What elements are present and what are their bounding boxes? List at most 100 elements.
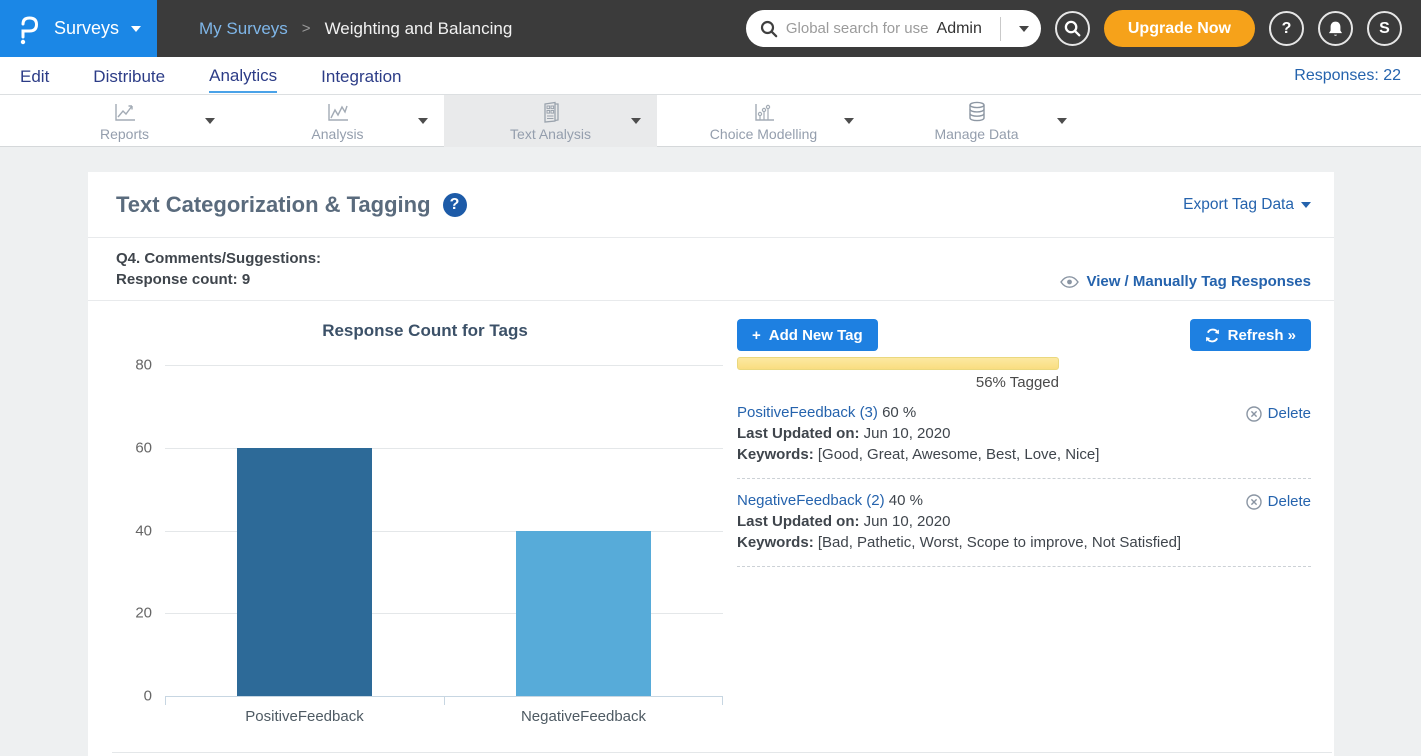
- subnav-label: Choice Modelling: [710, 126, 817, 142]
- help-button[interactable]: ?: [1269, 11, 1304, 46]
- product-switcher[interactable]: Surveys: [0, 0, 157, 57]
- question-summary-row: Q4. Comments/Suggestions: Response count…: [88, 238, 1334, 301]
- updated-value: Jun 10, 2020: [864, 425, 951, 442]
- y-axis-tick-label: 80: [135, 357, 152, 374]
- delete-tag-button[interactable]: Delete: [1246, 403, 1311, 424]
- panel-header: Text Categorization & Tagging ? Export T…: [88, 172, 1334, 238]
- bar-slot: [444, 365, 723, 696]
- tag-name-line: NegativeFeedback (2) 40 %: [737, 490, 1311, 511]
- tag-updated-line: Last Updated on: Jun 10, 2020: [737, 511, 1311, 532]
- account-avatar[interactable]: S: [1367, 11, 1402, 46]
- refresh-icon: [1205, 328, 1220, 343]
- breadcrumb-my-surveys[interactable]: My Surveys: [199, 19, 288, 39]
- keywords-value: [Good, Great, Awesome, Best, Love, Nice]: [818, 446, 1100, 463]
- refresh-button[interactable]: Refresh »: [1190, 319, 1311, 351]
- text-tagging-panel: Text Categorization & Tagging ? Export T…: [88, 172, 1334, 756]
- search-scope-label: Admin: [937, 20, 992, 38]
- bar-series: [165, 365, 723, 696]
- bar-slot: [165, 365, 444, 696]
- search-scope-chevron-icon[interactable]: [1019, 26, 1029, 32]
- database-icon: [965, 101, 989, 123]
- breadcrumb-separator: >: [302, 20, 311, 37]
- subnav-text-analysis[interactable]: Text Analysis: [444, 95, 657, 147]
- upgrade-now-button[interactable]: Upgrade Now: [1104, 10, 1255, 47]
- tag-name-line: PositiveFeedback (3) 60 %: [737, 402, 1311, 423]
- global-search-box[interactable]: Admin: [746, 10, 1041, 47]
- tab-edit[interactable]: Edit: [20, 60, 49, 92]
- export-tag-data-dropdown[interactable]: Export Tag Data: [1183, 196, 1311, 214]
- x-axis-category-label: NegativeFeedback: [444, 708, 723, 725]
- topbar-actions: Admin Upgrade Now ? S: [746, 10, 1402, 47]
- analytics-subnav: Reports Analysis Text Analysis Choice Mo…: [0, 95, 1421, 147]
- subnav-analysis[interactable]: Analysis: [231, 95, 444, 147]
- avatar-initial: S: [1379, 20, 1390, 38]
- search-button[interactable]: [1055, 11, 1090, 46]
- survey-tab-bar: Edit Distribute Analytics Integration Re…: [0, 57, 1421, 95]
- delete-tag-button[interactable]: Delete: [1246, 491, 1311, 512]
- x-axis-labels: PositiveFeedback NegativeFeedback: [165, 708, 723, 725]
- line-chart-icon: [113, 101, 137, 123]
- chevron-down-icon[interactable]: [205, 118, 215, 124]
- tagged-progress: 56% Tagged: [737, 357, 1059, 391]
- updated-label: Last Updated on:: [737, 513, 860, 530]
- tag-item-negative-feedback: NegativeFeedback (2) 40 % Last Updated o…: [737, 490, 1311, 567]
- search-scope-divider: [1000, 17, 1001, 41]
- notifications-button[interactable]: [1318, 11, 1353, 46]
- top-header-bar: Surveys My Surveys > Weighting and Balan…: [0, 0, 1421, 57]
- y-axis-tick-label: 40: [135, 522, 152, 539]
- tag-item-positive-feedback: PositiveFeedback (3) 60 % Last Updated o…: [737, 402, 1311, 479]
- tags-panel: + Add New Tag Refresh » 56% Tagged: [737, 307, 1334, 725]
- chevron-down-icon[interactable]: [631, 118, 641, 124]
- global-search-input[interactable]: [786, 20, 929, 37]
- subnav-label: Text Analysis: [510, 126, 591, 142]
- eye-icon: [1060, 276, 1079, 288]
- x-axis-tick: [165, 696, 166, 705]
- help-icon[interactable]: ?: [443, 193, 467, 217]
- tab-distribute[interactable]: Distribute: [93, 60, 165, 92]
- subnav-manage-data[interactable]: Manage Data: [870, 95, 1083, 147]
- chevron-down-icon[interactable]: [1057, 118, 1067, 124]
- tag-name-link[interactable]: NegativeFeedback (2): [737, 492, 885, 509]
- tag-percent: 40 %: [889, 492, 923, 509]
- bar-positive-feedback[interactable]: [237, 448, 372, 696]
- chevron-down-icon[interactable]: [418, 118, 428, 124]
- x-axis-tick: [444, 696, 445, 705]
- bar-negative-feedback[interactable]: [516, 531, 651, 697]
- search-icon: [760, 20, 778, 38]
- tagged-percent-label: 56% Tagged: [737, 374, 1059, 391]
- tag-keywords-line: Keywords: [Good, Great, Awesome, Best, L…: [737, 444, 1311, 465]
- chart-plot-area: 80 60 40 20 0: [165, 365, 723, 696]
- bell-icon: [1327, 20, 1344, 38]
- question-mark-icon: ?: [1282, 20, 1292, 38]
- keywords-label: Keywords:: [737, 446, 814, 463]
- export-tag-data-label: Export Tag Data: [1183, 196, 1294, 214]
- x-axis-tick: [722, 696, 723, 705]
- x-axis-category-label: PositiveFeedback: [165, 708, 444, 725]
- add-new-tag-button[interactable]: + Add New Tag: [737, 319, 878, 351]
- subnav-label: Analysis: [311, 126, 363, 142]
- subnav-label: Manage Data: [934, 126, 1018, 142]
- subnav-choice-modelling[interactable]: Choice Modelling: [657, 95, 870, 147]
- line-chart-icon: [326, 101, 350, 123]
- delete-label: Delete: [1268, 403, 1311, 424]
- search-icon: [1064, 20, 1081, 37]
- chevron-down-icon: [131, 26, 141, 32]
- refresh-label: Refresh »: [1228, 327, 1296, 344]
- add-new-tag-label: Add New Tag: [769, 327, 863, 344]
- responses-count[interactable]: Responses: 22: [1294, 67, 1401, 85]
- circled-x-icon: [1246, 494, 1262, 510]
- subnav-reports[interactable]: Reports: [18, 95, 231, 147]
- circled-x-icon: [1246, 406, 1262, 422]
- text-document-icon: [540, 101, 562, 123]
- view-manually-tag-link[interactable]: View / Manually Tag Responses: [1060, 273, 1311, 290]
- tab-integration[interactable]: Integration: [321, 60, 401, 92]
- breadcrumb: My Surveys > Weighting and Balancing: [199, 19, 512, 39]
- tag-updated-line: Last Updated on: Jun 10, 2020: [737, 423, 1311, 444]
- y-axis-tick-label: 60: [135, 439, 152, 456]
- delete-label: Delete: [1268, 491, 1311, 512]
- tab-analytics[interactable]: Analytics: [209, 59, 277, 93]
- tag-name-link[interactable]: PositiveFeedback (3): [737, 404, 878, 421]
- keywords-value: [Bad, Pathetic, Worst, Scope to improve,…: [818, 534, 1181, 551]
- scatter-chart-icon: [752, 101, 776, 123]
- chevron-down-icon[interactable]: [844, 118, 854, 124]
